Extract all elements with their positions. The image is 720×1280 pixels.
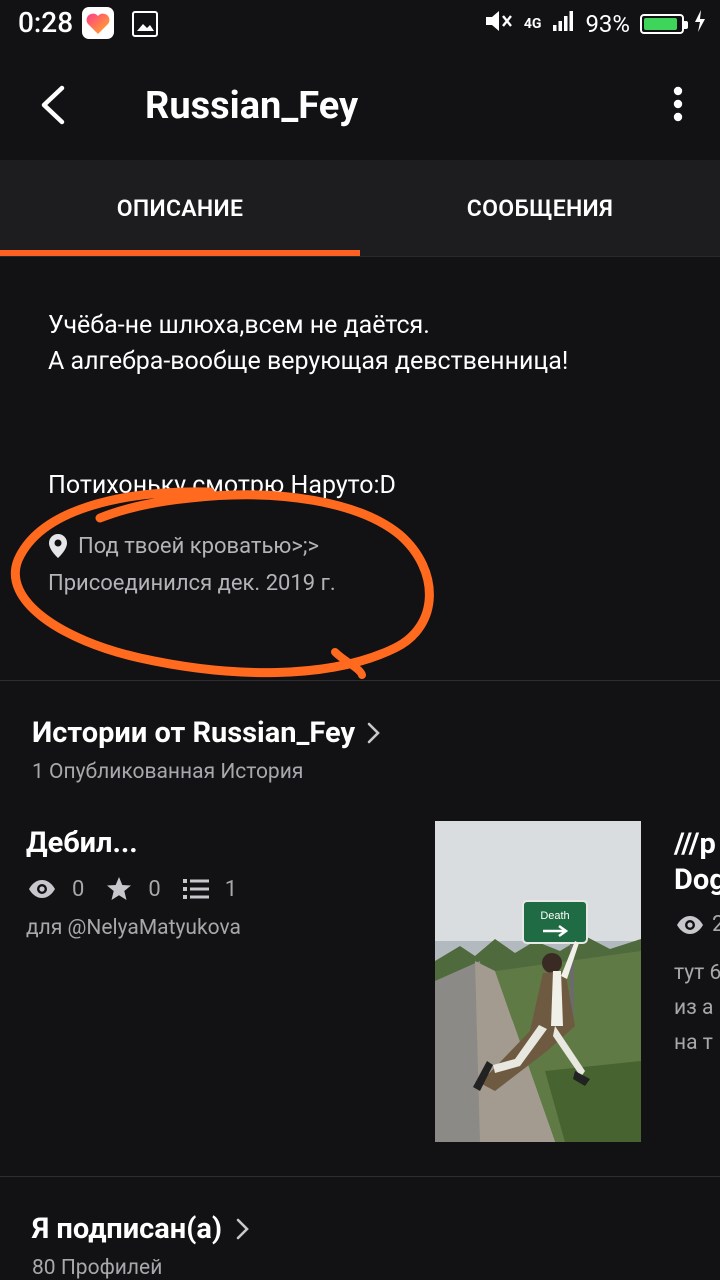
page-title: Russian_Fey — [145, 84, 359, 128]
stories-count: 1 Опубликованная История — [32, 760, 304, 784]
description-line: на т — [674, 1031, 713, 1055]
star-icon — [106, 876, 140, 902]
next-story-title-line: ///р — [674, 827, 716, 861]
tab-bar: ОПИСАНИЕ СООБЩЕНИЯ — [0, 160, 720, 257]
description-line: тут 6 — [674, 961, 720, 985]
description-line: Учёба-не шлюха,всем не даётся. — [48, 311, 430, 340]
reads-count: 0 — [72, 876, 85, 902]
reads-stat: 0 — [28, 877, 84, 902]
divider — [0, 680, 720, 681]
following-count: 80 Профилей — [32, 1256, 163, 1280]
votes-count: 0 — [148, 876, 161, 902]
battery-percent: 93% — [585, 10, 630, 38]
stories-section-header[interactable]: Истории от Russian_Fey — [32, 716, 381, 750]
following-section-title: Я подписан(а) — [32, 1212, 223, 1246]
divider — [0, 1176, 720, 1177]
next-story-reads-count: 2 — [712, 912, 720, 937]
back-arrow-icon[interactable] — [30, 80, 80, 130]
eye-icon — [28, 879, 64, 899]
story-title[interactable]: Дебил... — [26, 826, 138, 860]
parts-stat: 1 — [182, 876, 238, 902]
story-dedication: для @NelyaMatyukova — [26, 916, 241, 940]
annotation-circle — [11, 487, 434, 679]
stories-section-title: Истории от Russian_Fey — [32, 716, 356, 750]
parts-count: 1 — [224, 876, 238, 902]
next-story-title[interactable]: ///р Dog — [674, 826, 720, 898]
chevron-right-icon — [236, 1217, 250, 1241]
battery-icon — [640, 14, 688, 34]
chevron-right-icon — [367, 721, 381, 745]
more-vert-icon[interactable] — [666, 82, 690, 132]
tab-messages[interactable]: СООБЩЕНИЯ — [360, 160, 720, 256]
status-bar: 0:28 4G 93% — [0, 0, 720, 50]
eye-icon — [676, 915, 704, 935]
description-line: А алгебра-вообще верующая девственница! — [48, 347, 569, 376]
signal-icon — [551, 9, 575, 39]
list-icon — [182, 878, 217, 900]
description-line: из а — [674, 996, 714, 1020]
sign-text: Death — [540, 910, 569, 922]
story-stats: 0 0 1 — [28, 872, 259, 906]
network-type: 4G — [523, 16, 542, 32]
next-story-reads: 2 — [676, 912, 720, 937]
status-time: 0:28 — [18, 6, 74, 39]
next-story-description: тут 6 из а на т — [674, 956, 720, 1061]
story-cover-image[interactable]: Death — [435, 821, 641, 1142]
active-tab-indicator — [0, 250, 360, 256]
likee-app-icon — [82, 7, 114, 39]
charging-icon — [694, 10, 706, 38]
next-story-title-line: Dog — [674, 863, 720, 897]
tab-about[interactable]: ОПИСАНИЕ — [0, 160, 360, 256]
following-section-header[interactable]: Я подписан(а) — [32, 1212, 250, 1246]
votes-stat: 0 — [106, 876, 161, 902]
gallery-icon — [132, 11, 158, 37]
mute-icon — [484, 8, 514, 40]
profile-description: Учёба-не шлюха,всем не даётся. А алгебра… — [48, 308, 688, 380]
app-bar: Russian_Fey — [0, 50, 720, 160]
